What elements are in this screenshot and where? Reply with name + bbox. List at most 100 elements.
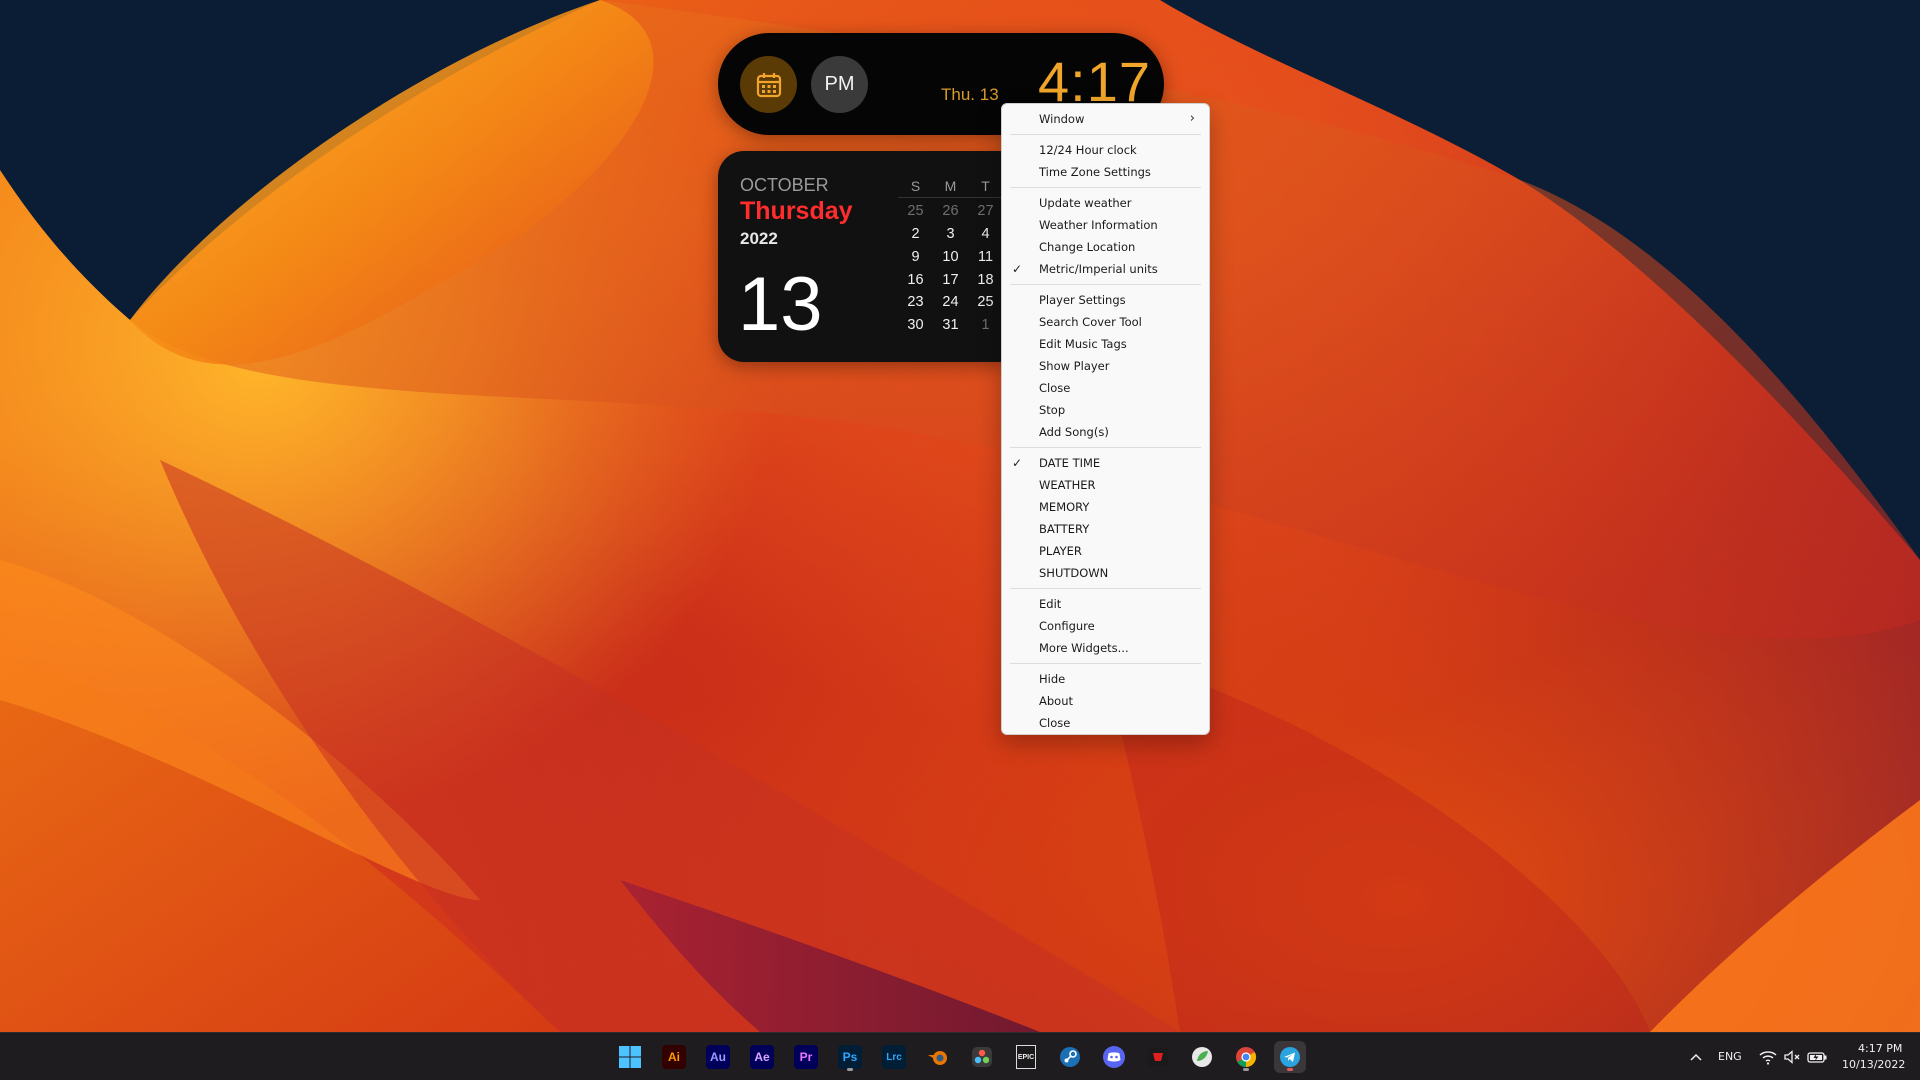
calendar-date[interactable]: 1 xyxy=(968,317,1003,333)
menu-item-edit-tags[interactable]: Edit Music Tags xyxy=(1002,333,1209,355)
telegram-app-button[interactable] xyxy=(1274,1041,1306,1073)
menu-item-label: PLAYER xyxy=(1039,544,1082,558)
windows-start-button[interactable] xyxy=(614,1041,646,1073)
menu-item-shutdown[interactable]: SHUTDOWN xyxy=(1002,562,1209,584)
illustrator-app-button[interactable]: Ai xyxy=(658,1041,690,1073)
calendar-week-row: 23 24 25 xyxy=(898,291,1003,314)
blender-app-button[interactable] xyxy=(922,1041,954,1073)
menu-separator xyxy=(1010,284,1201,285)
chevron-up-icon xyxy=(1690,1053,1702,1061)
menu-item-show-player[interactable]: Show Player xyxy=(1002,355,1209,377)
menu-item-stop[interactable]: Stop xyxy=(1002,399,1209,421)
menu-item-more-widgets[interactable]: More Widgets... xyxy=(1002,637,1209,659)
photoshop-app-button[interactable]: Ps xyxy=(834,1041,866,1073)
menu-separator xyxy=(1010,447,1201,448)
calendar-date[interactable]: 16 xyxy=(898,272,933,288)
menu-item-search-cover[interactable]: Search Cover Tool xyxy=(1002,311,1209,333)
lightroom-app-button[interactable]: Lrc xyxy=(878,1041,910,1073)
taskbar-clock-time[interactable]: 4:17 PM xyxy=(1858,1042,1902,1055)
volume-button[interactable] xyxy=(1782,1047,1802,1067)
menu-item-add-songs[interactable]: Add Song(s) xyxy=(1002,421,1209,443)
menu-item-player-settings[interactable]: Player Settings xyxy=(1002,289,1209,311)
menu-item-units[interactable]: ✓ Metric/Imperial units xyxy=(1002,258,1209,280)
menu-item-label: Edit xyxy=(1039,597,1062,611)
discord-app-button[interactable] xyxy=(1098,1041,1130,1073)
calendar-date[interactable]: 10 xyxy=(933,249,968,265)
epic-games-app-button[interactable]: EPIC xyxy=(1010,1041,1042,1073)
calendar-date[interactable]: 3 xyxy=(933,226,968,242)
menu-item-label: SHUTDOWN xyxy=(1039,566,1109,580)
calendar-date[interactable]: 30 xyxy=(898,317,933,333)
calendar-week-row: 25 26 27 xyxy=(898,200,1003,223)
menu-item-weather-info[interactable]: Weather Information xyxy=(1002,214,1209,236)
period-button[interactable]: PM xyxy=(811,56,868,113)
menu-item-label: Stop xyxy=(1039,403,1066,417)
menu-item-label: Configure xyxy=(1039,619,1095,633)
davinci-resolve-app-button[interactable] xyxy=(966,1041,998,1073)
running-indicator xyxy=(1287,1068,1293,1071)
checkmark-icon: ✓ xyxy=(1012,456,1023,470)
menu-item-configure[interactable]: Configure xyxy=(1002,615,1209,637)
audition-icon: Au xyxy=(706,1045,730,1069)
wifi-icon xyxy=(1759,1051,1777,1065)
menu-item-date-time[interactable]: ✓ DATE TIME xyxy=(1002,452,1209,474)
calendar-date[interactable]: 31 xyxy=(933,317,968,333)
menu-item-label: Hide xyxy=(1039,672,1066,686)
menu-item-player[interactable]: PLAYER xyxy=(1002,540,1209,562)
menu-item-battery[interactable]: BATTERY xyxy=(1002,518,1209,540)
menu-item-label: Edit Music Tags xyxy=(1039,337,1127,351)
weekday-header: M xyxy=(944,177,957,194)
menu-separator xyxy=(1010,663,1201,664)
audition-app-button[interactable]: Au xyxy=(702,1041,734,1073)
menu-item-label: Show Player xyxy=(1039,359,1110,373)
input-language[interactable]: ENG xyxy=(1718,1050,1742,1063)
premiere-app-button[interactable]: Pr xyxy=(790,1041,822,1073)
chrome-app-button[interactable] xyxy=(1230,1041,1262,1073)
garena-app-button[interactable] xyxy=(1142,1041,1174,1073)
menu-item-label: More Widgets... xyxy=(1039,641,1129,655)
calendar-date[interactable]: 18 xyxy=(968,272,1003,288)
windows-logo-icon xyxy=(619,1046,641,1068)
calendar-day-number: 13 xyxy=(738,262,823,347)
menu-item-label: DATE TIME xyxy=(1039,456,1101,470)
calendar-date[interactable]: 24 xyxy=(933,294,968,310)
calendar-year: 2022 xyxy=(740,229,778,248)
calendar-date[interactable]: 25 xyxy=(898,203,933,219)
calendar-date[interactable]: 26 xyxy=(933,203,968,219)
menu-item-memory[interactable]: MEMORY xyxy=(1002,496,1209,518)
calendar-date[interactable]: 17 xyxy=(933,272,968,288)
menu-item-about[interactable]: About xyxy=(1002,690,1209,712)
menu-item-weather[interactable]: WEATHER xyxy=(1002,474,1209,496)
calendar-icon xyxy=(756,72,781,97)
camo-app-button[interactable] xyxy=(1186,1041,1218,1073)
menu-item-edit[interactable]: Edit xyxy=(1002,593,1209,615)
calendar-button[interactable] xyxy=(740,56,797,113)
calendar-date[interactable]: 9 xyxy=(898,249,933,265)
premiere-icon: Pr xyxy=(794,1045,818,1069)
steam-app-button[interactable] xyxy=(1054,1041,1086,1073)
checkmark-icon: ✓ xyxy=(1012,262,1023,276)
widget-context-menu: Window › 12/24 Hour clock Time Zone Sett… xyxy=(1001,103,1210,735)
menu-item-time-zone[interactable]: Time Zone Settings xyxy=(1002,161,1209,183)
menu-item-update-weather[interactable]: Update weather xyxy=(1002,192,1209,214)
menu-item-close[interactable]: Close xyxy=(1002,712,1209,734)
calendar-date[interactable]: 27 xyxy=(968,203,1003,219)
calendar-date[interactable]: 2 xyxy=(898,226,933,242)
calendar-date[interactable]: 23 xyxy=(898,294,933,310)
menu-item-hour-clock[interactable]: 12/24 Hour clock xyxy=(1002,139,1209,161)
menu-separator xyxy=(1010,588,1201,589)
menu-item-hide[interactable]: Hide xyxy=(1002,668,1209,690)
wifi-button[interactable] xyxy=(1758,1047,1778,1067)
calendar-weekday: Thursday xyxy=(740,197,853,225)
calendar-date[interactable]: 11 xyxy=(968,249,1003,265)
show-hidden-icons-button[interactable] xyxy=(1688,1047,1704,1067)
menu-item-change-location[interactable]: Change Location xyxy=(1002,236,1209,258)
menu-item-window[interactable]: Window › xyxy=(1002,108,1209,130)
after-effects-app-button[interactable]: Ae xyxy=(746,1041,778,1073)
battery-button[interactable] xyxy=(1806,1047,1828,1067)
menu-item-close-player[interactable]: Close xyxy=(1002,377,1209,399)
calendar-widget[interactable]: OCTOBER Thursday 2022 13 S M T 25 26 27 … xyxy=(718,151,1008,362)
calendar-date[interactable]: 4 xyxy=(968,226,1003,242)
calendar-date[interactable]: 25 xyxy=(968,294,1003,310)
taskbar-clock-date[interactable]: 10/13/2022 xyxy=(1842,1058,1905,1071)
